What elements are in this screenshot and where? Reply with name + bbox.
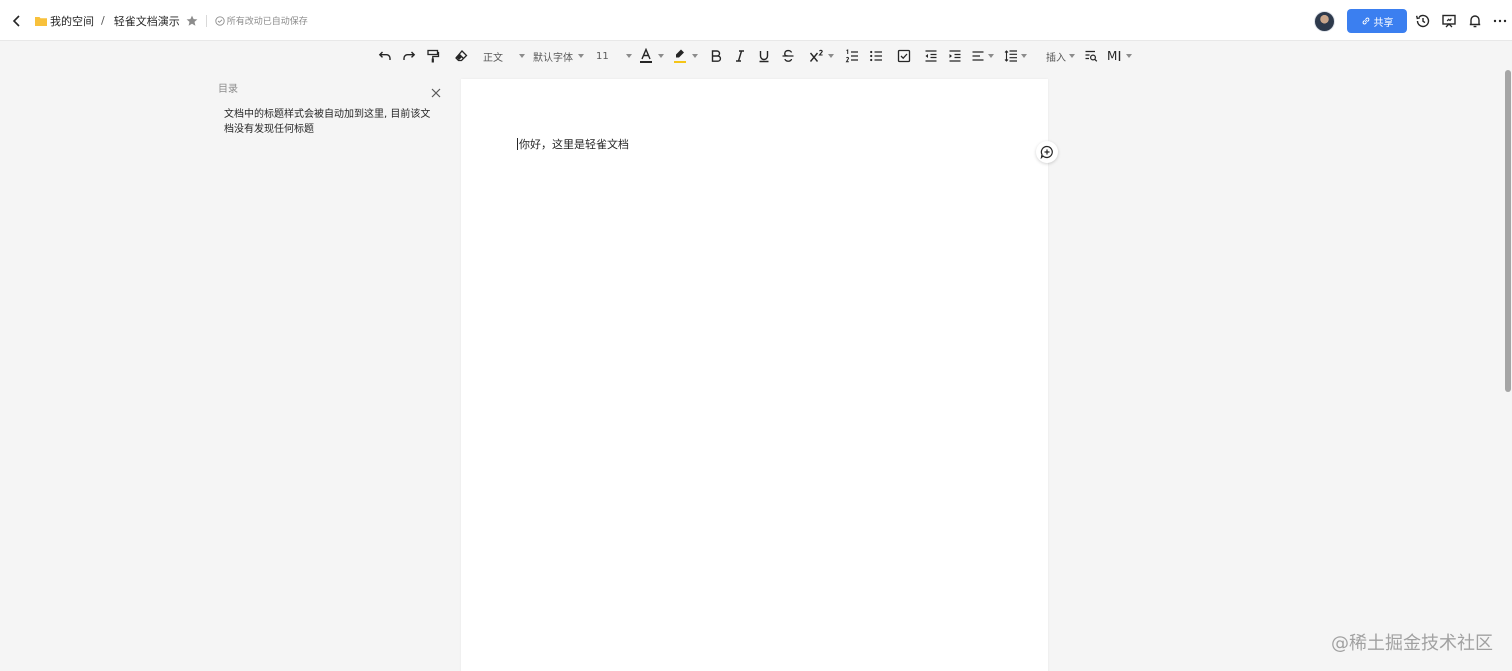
check-circle-icon: [215, 15, 225, 26]
chevron-down-icon: [519, 54, 525, 58]
editor-toolbar: 正文 默认字体 11 插入 M: [0, 43, 1512, 69]
save-status: 所有改动已自动保存: [226, 17, 308, 27]
insert-menu[interactable]: 插入: [1046, 43, 1075, 69]
font-size-value: 11: [596, 50, 609, 62]
presentation-icon[interactable]: [1440, 12, 1458, 30]
highlight-button[interactable]: [673, 43, 698, 69]
back-icon[interactable]: [8, 12, 26, 30]
outline-empty-text: 文档中的标题样式会被自动加到这里, 目前该文档没有发现任何标题: [224, 109, 431, 135]
link-icon: [1362, 17, 1369, 25]
chevron-down-icon: [625, 54, 632, 58]
chevron-down-icon: [1069, 54, 1075, 58]
font-color-icon: [640, 48, 652, 63]
breadcrumb-space[interactable]: 我的空间: [50, 13, 94, 29]
undo-icon[interactable]: [378, 43, 392, 69]
more-icon[interactable]: [1491, 12, 1509, 30]
watermark: @稀土掘金技术社区: [1331, 633, 1493, 654]
markdown-button[interactable]: M: [1107, 43, 1133, 69]
underline-icon[interactable]: [757, 43, 771, 69]
text-cursor: [517, 138, 518, 150]
redo-icon[interactable]: [402, 43, 416, 69]
italic-icon[interactable]: [733, 43, 747, 69]
outline-title: 目录: [218, 84, 238, 95]
header-actions: 共享: [1292, 0, 1512, 41]
paragraph-style-select[interactable]: 正文: [483, 43, 525, 69]
top-bar: 我的空间 / 轻雀文档演示 所有改动已自动保存 共享: [0, 0, 1512, 41]
paragraph-style-value: 正文: [483, 52, 503, 64]
strikethrough-icon[interactable]: [781, 43, 795, 69]
paragraph[interactable]: 你好，这里是轻雀文档: [517, 136, 629, 152]
close-icon[interactable]: [430, 84, 442, 98]
font-family-value: 默认字体: [533, 52, 573, 64]
add-comment-button[interactable]: [1036, 141, 1058, 163]
folder-icon: [35, 15, 47, 27]
doc-title[interactable]: 轻雀文档演示: [114, 13, 180, 29]
add-comment-icon: [1040, 145, 1053, 159]
bullet-list-icon[interactable]: [869, 43, 883, 69]
font-family-select[interactable]: 默认字体: [533, 43, 584, 69]
paragraph-text: 你好，这里是轻雀文档: [519, 138, 629, 151]
markdown-icon: M: [1107, 49, 1117, 63]
chevron-down-icon: [988, 54, 994, 58]
bell-icon[interactable]: [1466, 12, 1484, 30]
chevron-down-icon: [1021, 54, 1027, 58]
share-button[interactable]: 共享: [1347, 9, 1407, 33]
chevron-down-icon: [658, 54, 664, 58]
line-height-button[interactable]: [1004, 43, 1027, 69]
avatar[interactable]: [1314, 11, 1335, 32]
checklist-icon[interactable]: [897, 43, 911, 69]
scrollbar[interactable]: [1505, 70, 1511, 392]
indent-icon[interactable]: [948, 43, 962, 69]
document-page[interactable]: 你好，这里是轻雀文档: [461, 79, 1048, 671]
chevron-down-icon: [692, 54, 698, 58]
font-color-button[interactable]: [639, 43, 664, 69]
share-label: 共享: [1373, 17, 1394, 29]
superscript-icon: [809, 49, 823, 62]
find-icon[interactable]: [1084, 43, 1098, 69]
align-icon: [972, 51, 984, 61]
superscript-button[interactable]: [809, 43, 834, 69]
format-painter-icon[interactable]: [426, 43, 440, 69]
history-icon[interactable]: [1414, 12, 1432, 30]
star-icon[interactable]: [186, 15, 198, 27]
chevron-down-icon: [578, 54, 584, 58]
font-size-select[interactable]: 11: [596, 43, 632, 69]
eraser-icon[interactable]: [454, 43, 468, 69]
highlight-icon: [674, 49, 686, 63]
ordered-list-icon[interactable]: [845, 43, 859, 69]
bold-icon[interactable]: [709, 43, 723, 69]
chevron-down-icon: [828, 54, 834, 58]
line-height-icon: [1004, 50, 1017, 62]
breadcrumb: 我的空间 / 轻雀文档演示 所有改动已自动保存: [8, 0, 308, 41]
divider: [205, 14, 207, 27]
chevron-down-icon: [1126, 54, 1133, 58]
align-button[interactable]: [971, 43, 994, 69]
breadcrumb-separator: /: [101, 14, 105, 27]
outdent-icon[interactable]: [924, 43, 938, 69]
outline-panel: 目录 文档中的标题样式会被自动加到这里, 目前该文档没有发现任何标题: [218, 80, 448, 137]
insert-label: 插入: [1046, 52, 1066, 64]
